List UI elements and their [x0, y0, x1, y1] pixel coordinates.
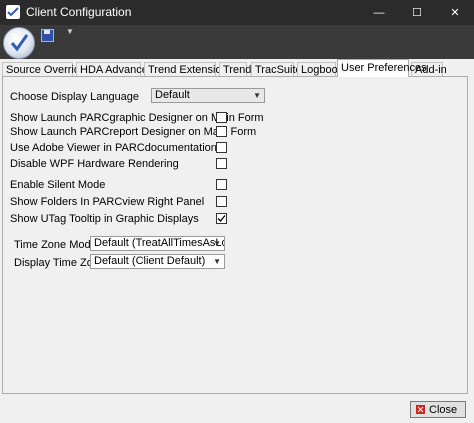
tab-hda-advanced[interactable]: HDA Advanced — [76, 62, 154, 76]
display-language-value: Default — [155, 89, 190, 101]
display-time-zone-value: Default (Client Default) — [94, 255, 206, 267]
time-zone-mode-value: Default (TreatAllTimesAsLoca — [94, 237, 225, 249]
checkbox-disable-wpf-rendering[interactable] — [216, 158, 227, 169]
tab-trend-extensions[interactable]: Trend Extensions — [144, 62, 233, 76]
checklist-icon — [6, 5, 20, 19]
checkbox-label-silent-mode: Enable Silent Mode — [10, 179, 106, 191]
window-title: Client Configuration — [26, 5, 132, 19]
checkbox-label-wpf-rendering: Disable WPF Hardware Rendering — [10, 158, 179, 170]
chevron-down-icon: ▼ — [253, 91, 261, 100]
tab-user-preferences[interactable]: User Preferences — [337, 59, 427, 77]
checkbox-label-adobe-viewer: Use Adobe Viewer in PARCdocumentation — [10, 142, 217, 154]
minimize-icon: — — [373, 6, 385, 19]
checkbox-utag-tooltip[interactable] — [216, 213, 227, 224]
minimize-button[interactable]: — — [360, 0, 398, 25]
checkmark-icon — [217, 215, 226, 222]
tab-logbook[interactable]: Logbook — [297, 62, 343, 76]
time-zone-mode-select[interactable]: Default (TreatAllTimesAsLoca ▼ — [90, 236, 225, 251]
tab-trend[interactable]: Trend — [219, 62, 251, 76]
display-language-select[interactable]: Default ▼ — [151, 88, 265, 103]
customize-toolbar-dropdown-icon[interactable]: ▼ — [66, 27, 74, 36]
checkbox-label-utag-tooltip: Show UTag Tooltip in Graphic Displays — [10, 213, 199, 225]
display-time-zone-select[interactable]: Default (Client Default) ▼ — [90, 254, 225, 269]
close-button-label: Close — [429, 404, 458, 416]
display-language-label: Choose Display Language — [10, 91, 140, 103]
checkbox-adobe-viewer[interactable] — [216, 142, 227, 153]
maximize-button[interactable]: ☐ — [398, 0, 436, 25]
checkmark-orb-icon — [10, 34, 29, 52]
maximize-icon: ☐ — [412, 7, 422, 19]
checkbox-label-folders-right-panel: Show Folders In PARCview Right Panel — [10, 196, 205, 208]
time-zone-mode-label: Time Zone Mode — [14, 239, 97, 251]
floppy-disk-icon[interactable] — [41, 29, 54, 42]
checkbox-folders-right-panel[interactable] — [216, 196, 227, 207]
close-window-button[interactable]: ✕ — [436, 0, 474, 25]
title-bar: Client Configuration — ☐ ✕ — [0, 0, 474, 25]
close-button[interactable]: Close — [410, 401, 466, 418]
app-menu-button[interactable] — [3, 27, 35, 59]
checkbox-silent-mode[interactable] — [216, 179, 227, 190]
tab-tracsuite[interactable]: TracSuite — [251, 62, 302, 76]
tab-source-overrides[interactable]: Source Overrides — [2, 62, 92, 76]
close-x-icon — [416, 405, 425, 414]
footer-bar — [0, 396, 474, 423]
checkbox-parcreport-designer[interactable] — [216, 126, 227, 137]
checkbox-parcgraphic-designer[interactable] — [216, 112, 227, 123]
chevron-down-icon: ▼ — [213, 239, 221, 248]
chevron-down-icon: ▼ — [213, 257, 221, 266]
close-icon: ✕ — [450, 7, 460, 19]
